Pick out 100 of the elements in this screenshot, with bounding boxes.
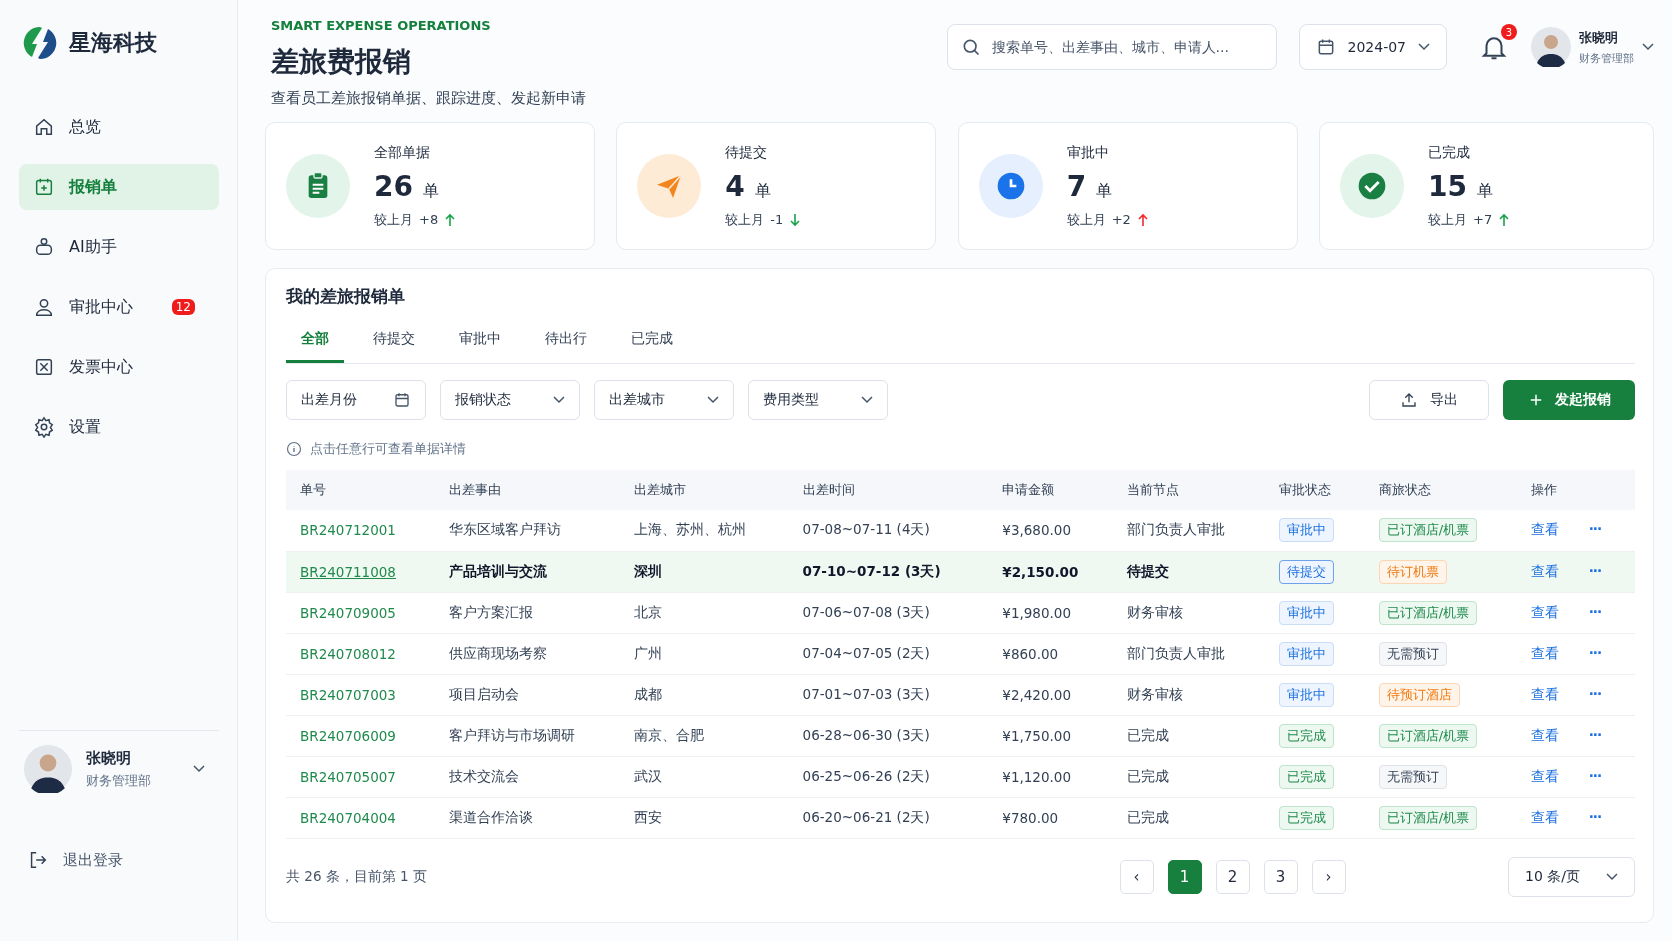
user-department: 财务管理部: [86, 771, 151, 790]
more-button[interactable]: ···: [1588, 808, 1601, 825]
filter-dropdown[interactable]: 费用类型: [748, 380, 888, 420]
order-link[interactable]: BR240705007: [300, 768, 396, 785]
more-button[interactable]: ···: [1588, 521, 1601, 538]
page-button[interactable]: 3: [1263, 859, 1298, 894]
filter-tab[interactable]: 待出行: [530, 322, 602, 363]
table-cell: 渠道合作洽谈: [449, 808, 534, 825]
table-cell: ¥2,420.00: [1002, 686, 1071, 703]
chevron-down-icon: [707, 396, 719, 404]
avatar: [24, 745, 72, 793]
month-picker[interactable]: 2024-07: [1298, 24, 1447, 70]
sidebar-item[interactable]: 报销单: [19, 164, 219, 210]
table-cell: 07-10~07-12 (3天): [802, 562, 941, 579]
filter-dropdown[interactable]: 报销状态: [440, 380, 580, 420]
delta-label: 较上月: [1428, 210, 1467, 229]
page-button[interactable]: 2: [1215, 859, 1250, 894]
table-cell: 财务审核: [1127, 603, 1184, 620]
previous-page-button[interactable]: ‹: [1119, 859, 1154, 894]
view-link[interactable]: 查看: [1530, 521, 1559, 538]
view-link[interactable]: 查看: [1530, 644, 1559, 661]
date-picker[interactable]: 出差月份: [286, 380, 426, 420]
more-button[interactable]: ···: [1588, 603, 1601, 620]
table-cell: 07-04~07-05 (2天): [802, 644, 930, 661]
table-cell: 产品培训与交流: [449, 562, 548, 579]
table-cell: 供应商现场考察: [449, 644, 548, 661]
count-badge: 12: [171, 299, 195, 315]
delta-value: +7: [1473, 212, 1493, 227]
stat-label: 审批中: [1066, 143, 1110, 162]
sidebar-item[interactable]: AI助手: [19, 224, 219, 270]
status-badge: 已订酒店/机票: [1378, 600, 1478, 625]
check-circle-icon: [1356, 170, 1388, 202]
delta-label: 较上月: [1066, 210, 1106, 229]
stat-label: 已完成: [1428, 143, 1471, 162]
status-badge: 已订酒店/机票: [1378, 518, 1478, 543]
view-link[interactable]: 查看: [1530, 603, 1559, 620]
delta-label: 较上月: [725, 210, 765, 229]
table-cell: 部门负责人审批: [1127, 521, 1226, 538]
column-header: 操作: [1516, 470, 1635, 510]
column-header: 出差事由: [435, 470, 621, 510]
view-link[interactable]: 查看: [1530, 808, 1559, 825]
upload-icon: [1400, 391, 1418, 409]
more-button[interactable]: ···: [1588, 767, 1601, 784]
table-cell: 技术交流会: [449, 767, 520, 784]
view-link[interactable]: 查看: [1530, 726, 1559, 743]
filter-tab[interactable]: 待提交: [358, 322, 430, 363]
status-badge: 审批中: [1278, 518, 1334, 543]
search-field[interactable]: 搜索单号、出差事由、城市、申请人...: [946, 24, 1277, 70]
page-subtitle: 查看员工差旅报销单据、跟踪进度、发起新申请: [271, 89, 586, 108]
page-size-dropdown[interactable]: 10 条/页: [1508, 856, 1635, 897]
sidebar-item[interactable]: 总览: [19, 104, 219, 150]
logout-link[interactable]: 退出登录: [19, 849, 219, 871]
status-badge: 已完成: [1278, 764, 1334, 789]
order-link[interactable]: BR240704004: [300, 809, 396, 826]
table-cell: ¥1,120.00: [1002, 768, 1071, 785]
table-cell: 06-25~06-26 (2天): [802, 767, 930, 784]
pagination-summary: 共 26 条，目前第 1 页: [286, 867, 428, 886]
filter-dropdown[interactable]: 出差城市: [594, 380, 734, 420]
table-cell: 待提交: [1127, 562, 1170, 579]
column-header: 商旅状态: [1364, 470, 1517, 510]
table-cell: 已完成: [1127, 808, 1170, 825]
filter-tab[interactable]: 已完成: [616, 322, 688, 363]
order-link[interactable]: BR240709005: [300, 604, 396, 621]
stat-unit: 单: [754, 180, 771, 202]
table-cell: 武汉: [634, 767, 663, 784]
table-cell: 已完成: [1127, 726, 1170, 743]
chevron-down-icon: [553, 396, 565, 404]
order-link[interactable]: BR240712001: [300, 522, 396, 539]
sidebar-item[interactable]: 设置: [19, 404, 219, 450]
chevron-down-icon[interactable]: [1642, 43, 1654, 51]
page-button[interactable]: 1: [1167, 859, 1202, 894]
order-link[interactable]: BR240708012: [300, 645, 396, 662]
export-button[interactable]: 导出: [1369, 380, 1489, 420]
page-title: 差旅费报销: [271, 44, 412, 80]
sidebar-item[interactable]: 审批中心 12: [19, 284, 219, 330]
table-cell: 07-08~07-11 (4天): [802, 521, 930, 538]
sidebar-item[interactable]: 发票中心: [19, 344, 219, 390]
more-button[interactable]: ···: [1588, 562, 1601, 579]
column-header: 当前节点: [1113, 470, 1265, 510]
filter-tab[interactable]: 全部: [286, 322, 344, 363]
delta-value: +2: [1111, 212, 1131, 227]
more-button[interactable]: ···: [1588, 644, 1601, 661]
more-button[interactable]: ···: [1588, 726, 1601, 743]
view-link[interactable]: 查看: [1530, 685, 1559, 702]
column-header: 申请金额: [988, 470, 1114, 510]
user-department: 财务管理部: [1579, 50, 1634, 66]
filter-tab[interactable]: 审批中: [444, 322, 516, 363]
notification-badge: 3: [1501, 24, 1517, 40]
order-link[interactable]: BR240706009: [300, 727, 396, 744]
table-cell: ¥1,750.00: [1002, 727, 1071, 744]
panel-title: 我的差旅报销单: [286, 285, 406, 308]
view-link[interactable]: 查看: [1530, 562, 1559, 579]
settings-icon: [33, 416, 55, 438]
order-link[interactable]: BR240707003: [300, 686, 396, 703]
view-link[interactable]: 查看: [1530, 767, 1559, 784]
chevron-down-icon[interactable]: [193, 765, 205, 773]
create-button[interactable]: 发起报销: [1503, 380, 1635, 420]
more-button[interactable]: ···: [1588, 685, 1601, 702]
next-page-button[interactable]: ›: [1311, 859, 1346, 894]
table-cell: ¥3,680.00: [1002, 522, 1071, 539]
